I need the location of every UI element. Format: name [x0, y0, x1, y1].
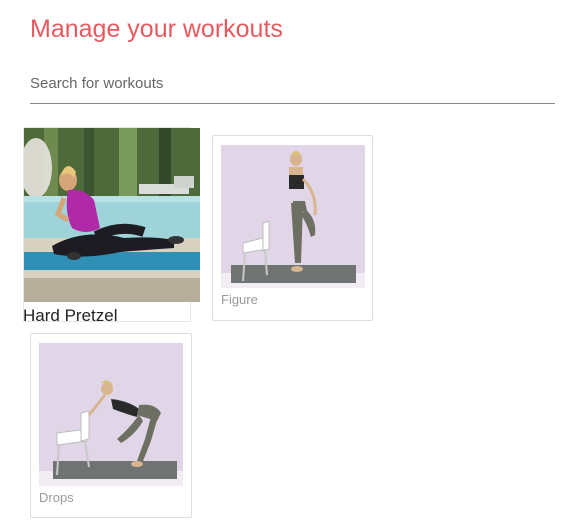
workout-label: Drops: [39, 490, 74, 505]
workout-card-drops[interactable]: Drops: [30, 333, 192, 518]
workout-label: Figure: [221, 292, 258, 307]
workout-card-figure[interactable]: Figure: [212, 135, 373, 321]
page: Manage your workouts Search for workouts…: [0, 0, 571, 526]
workout-image: [221, 145, 365, 288]
workout-label: Hard Pretzel: [23, 306, 118, 325]
workout-image: [39, 343, 183, 486]
workout-card-hard-pretzel[interactable]: [23, 127, 200, 322]
workout-image: [24, 128, 200, 302]
page-title: Manage your workouts: [30, 15, 283, 43]
search-input[interactable]: [30, 64, 555, 104]
